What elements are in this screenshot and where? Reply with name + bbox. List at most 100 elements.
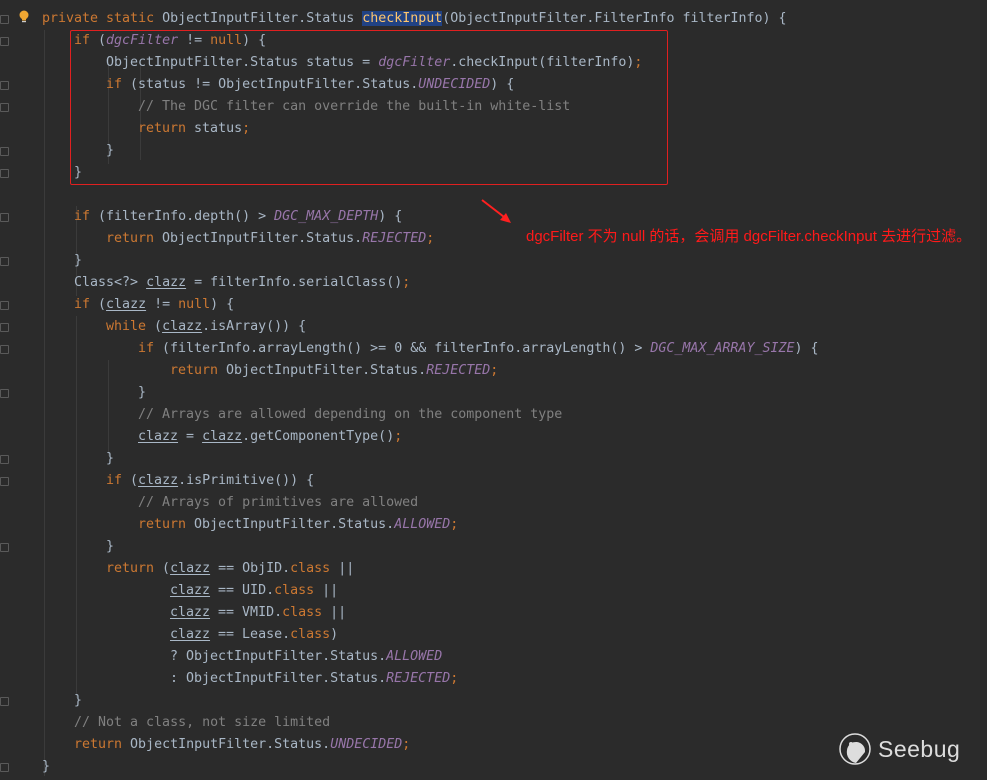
fold-marker-icon[interactable]	[0, 213, 9, 222]
code-token: clazz	[170, 583, 211, 598]
code-line[interactable]: private static ObjectInputFilter.Status …	[42, 8, 819, 30]
code-token: return	[138, 517, 195, 532]
code-line[interactable]: }	[42, 756, 819, 778]
code-token: ;	[450, 517, 459, 532]
code-token: }	[74, 253, 83, 268]
fold-marker-icon[interactable]	[0, 763, 9, 772]
code-token: UNDECIDED	[330, 737, 403, 752]
code-line[interactable]: }	[42, 536, 819, 558]
code-line[interactable]: ? ObjectInputFilter.Status.ALLOWED	[42, 646, 819, 668]
fold-marker-icon[interactable]	[0, 81, 9, 90]
fold-marker-icon[interactable]	[0, 15, 9, 24]
code-token: }	[138, 385, 147, 400]
code-token: REJECTED	[426, 363, 491, 378]
code-token: )	[330, 627, 339, 642]
code-token: (	[98, 297, 107, 312]
code-token: ;	[426, 231, 435, 246]
fold-marker-icon[interactable]	[0, 169, 9, 178]
fold-marker-icon[interactable]	[0, 389, 9, 398]
code-line[interactable]: clazz = clazz.getComponentType();	[42, 426, 819, 448]
code-line[interactable]: }	[42, 690, 819, 712]
fold-marker-icon[interactable]	[0, 477, 9, 486]
code-line[interactable]: return ObjectInputFilter.Status.UNDECIDE…	[42, 734, 819, 756]
fold-marker-icon[interactable]	[0, 543, 9, 552]
code-token: // Not a class, not size limited	[74, 715, 331, 730]
code-line[interactable]: clazz == Lease.class)	[42, 624, 819, 646]
code-token: !=	[146, 297, 179, 312]
fold-marker-icon[interactable]	[0, 323, 9, 332]
code-token: // Arrays are allowed depending on the c…	[138, 407, 563, 422]
code-token: ||	[330, 605, 347, 620]
code-token: ObjectInputFilter.Status	[162, 11, 363, 26]
code-line[interactable]: return ObjectInputFilter.Status.ALLOWED;	[42, 514, 819, 536]
code-line[interactable]: if (filterInfo.depth() > DGC_MAX_DEPTH) …	[42, 206, 819, 228]
fold-marker-icon[interactable]	[0, 147, 9, 156]
lightbulb-icon[interactable]	[18, 9, 30, 23]
code-token: == VMID.	[210, 605, 283, 620]
fold-marker-icon[interactable]	[0, 301, 9, 310]
code-token: if	[106, 473, 131, 488]
code-token: class	[290, 561, 339, 576]
code-line[interactable]: if (filterInfo.arrayLength() >= 0 && fil…	[42, 338, 819, 360]
code-line[interactable]: }	[42, 448, 819, 470]
code-line[interactable]: // Arrays are allowed depending on the c…	[42, 404, 819, 426]
code-token: if	[74, 209, 99, 224]
code-token: ;	[394, 429, 403, 444]
code-token: : ObjectInputFilter.Status.	[170, 671, 387, 686]
code-token: ? ObjectInputFilter.Status.	[170, 649, 387, 664]
fold-marker-icon[interactable]	[0, 345, 9, 354]
code-token: clazz	[106, 297, 147, 312]
code-line[interactable]: : ObjectInputFilter.Status.REJECTED;	[42, 668, 819, 690]
fold-marker-icon[interactable]	[0, 455, 9, 464]
highlight-box	[70, 30, 668, 185]
code-token: clazz	[202, 429, 243, 444]
code-line[interactable]: return ObjectInputFilter.Status.REJECTED…	[42, 360, 819, 382]
code-token: .isPrimitive()) {	[178, 473, 315, 488]
seebug-text: Seebug	[878, 735, 961, 762]
code-token: (ObjectInputFilter.FilterInfo filterInfo…	[442, 11, 787, 26]
code-token: class	[274, 583, 323, 598]
code-token: == Lease.	[210, 627, 291, 642]
method-name-highlight: checkInput	[362, 11, 443, 26]
code-token: ) {	[794, 341, 819, 356]
code-line[interactable]: return (clazz == ObjID.class ||	[42, 558, 819, 580]
code-line[interactable]: while (clazz.isArray()) {	[42, 316, 819, 338]
code-token: class	[282, 605, 331, 620]
code-token: ) {	[210, 297, 235, 312]
code-line[interactable]: if (clazz.isPrimitive()) {	[42, 470, 819, 492]
code-token: DGC_MAX_ARRAY_SIZE	[650, 341, 795, 356]
code-line[interactable]	[42, 184, 819, 206]
code-line[interactable]: clazz == UID.class ||	[42, 580, 819, 602]
code-token: // Arrays of primitives are allowed	[138, 495, 419, 510]
code-token: ||	[322, 583, 339, 598]
code-line[interactable]: clazz == VMID.class ||	[42, 602, 819, 624]
code-line[interactable]: // Not a class, not size limited	[42, 712, 819, 734]
code-token: return	[74, 737, 131, 752]
code-token: ) {	[378, 209, 403, 224]
code-token: ||	[338, 561, 355, 576]
fold-marker-icon[interactable]	[0, 37, 9, 46]
fold-marker-icon[interactable]	[0, 103, 9, 112]
code-line[interactable]: // Arrays of primitives are allowed	[42, 492, 819, 514]
code-line[interactable]: if (clazz != null) {	[42, 294, 819, 316]
fold-marker-icon[interactable]	[0, 257, 9, 266]
code-token: return	[170, 363, 227, 378]
code-token: }	[106, 451, 115, 466]
code-token: clazz	[170, 627, 211, 642]
code-token: clazz	[138, 473, 179, 488]
seebug-watermark: Seebug	[838, 732, 960, 766]
code-line[interactable]: Class<?> clazz = filterInfo.serialClass(…	[42, 272, 819, 294]
code-token: (filterInfo.arrayLength() >= 0 && filter…	[162, 341, 651, 356]
code-token: REJECTED	[386, 671, 451, 686]
code-token: clazz	[170, 605, 211, 620]
code-token: ;	[450, 671, 459, 686]
code-token: ;	[402, 275, 411, 290]
code-token: ;	[490, 363, 499, 378]
code-token: clazz	[162, 319, 203, 334]
code-line[interactable]: }	[42, 382, 819, 404]
code-token: == UID.	[210, 583, 275, 598]
code-token: while	[106, 319, 155, 334]
fold-marker-icon[interactable]	[0, 697, 9, 706]
code-token: if	[138, 341, 163, 356]
code-line[interactable]: }	[42, 250, 819, 272]
